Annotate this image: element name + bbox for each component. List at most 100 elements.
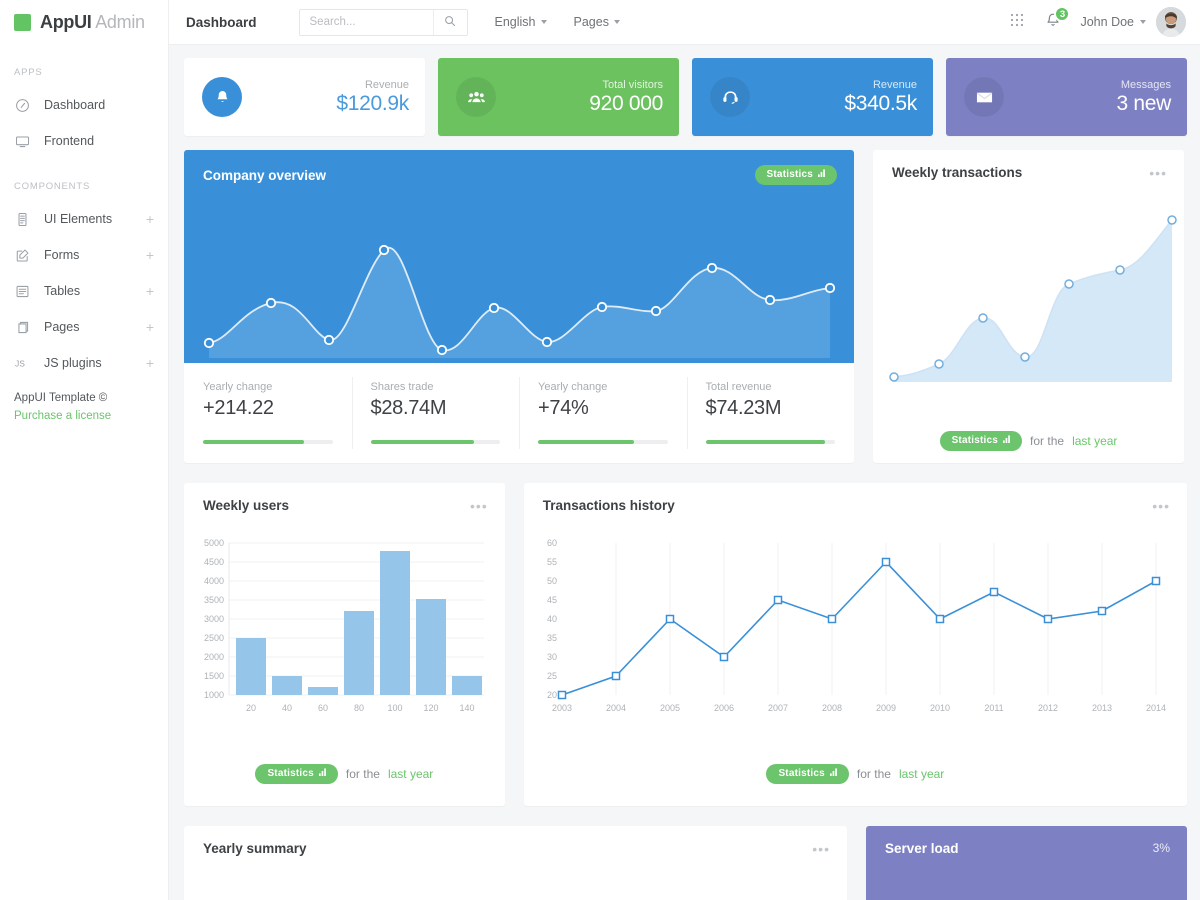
weekly-transactions-footer: Statistics for the last year <box>873 431 1184 451</box>
yearly-summary-header: Yearly summary ••• <box>184 826 847 856</box>
footer-period-link[interactable]: last year <box>899 767 944 781</box>
footer-period-link[interactable]: last year <box>388 767 433 781</box>
ui-elements-icon <box>14 211 31 228</box>
brand-name-light: Admin <box>95 12 145 32</box>
row-company-and-weekly: Company overview Statistics <box>184 150 1187 463</box>
svg-text:2011: 2011 <box>984 703 1003 713</box>
bar-chart-icon <box>319 768 327 779</box>
sidebar-item-label: JS plugins <box>44 356 146 370</box>
footer-text: for the <box>857 767 891 781</box>
stat-card-value: 920 000 <box>589 92 663 116</box>
sidebar-item-dashboard[interactable]: Dashboard <box>0 87 168 123</box>
panel-menu-button[interactable]: ••• <box>1152 502 1170 510</box>
svg-text:45: 45 <box>547 595 557 605</box>
stat-card-text: Revenue $120.9k <box>336 79 409 116</box>
forms-icon <box>14 247 31 264</box>
panel-menu-button[interactable]: ••• <box>1149 169 1167 177</box>
expand-plus-icon[interactable]: + <box>146 212 154 226</box>
stat-card-revenue-1[interactable]: Revenue $120.9k <box>184 58 425 136</box>
svg-text:80: 80 <box>354 703 364 713</box>
expand-plus-icon[interactable]: + <box>146 248 154 262</box>
company-stat-value: +214.22 <box>203 397 333 420</box>
monitor-icon <box>14 133 31 150</box>
svg-text:3000: 3000 <box>204 614 224 624</box>
stat-card-messages[interactable]: Messages 3 new <box>946 58 1187 136</box>
apps-grid-button[interactable] <box>1002 7 1032 37</box>
weekly-transactions-panel: Weekly transactions ••• <box>873 150 1184 463</box>
sidebar-item-pages[interactable]: Pages + <box>0 309 168 345</box>
statistics-badge-label: Statistics <box>952 435 998 446</box>
notifications-button[interactable]: 3 <box>1036 7 1070 37</box>
sidebar-item-forms[interactable]: Forms + <box>0 237 168 273</box>
sidebar-footer: AppUI Template © Purchase a license <box>14 392 111 422</box>
svg-text:2005: 2005 <box>660 703 680 713</box>
sidebar-item-js-plugins[interactable]: JS JS plugins + <box>0 345 168 381</box>
sidebar-item-ui-elements[interactable]: UI Elements + <box>0 201 168 237</box>
panel-menu-button[interactable]: ••• <box>470 502 488 510</box>
weekly-users-header: Weekly users ••• <box>184 483 505 513</box>
svg-text:2013: 2013 <box>1092 703 1112 713</box>
expand-plus-icon[interactable]: + <box>146 320 154 334</box>
bar-chart-icon <box>830 768 838 779</box>
brand-name-bold: AppUI <box>40 12 92 32</box>
brand-text: AppUI Admin <box>40 12 145 33</box>
sidebar-item-label: UI Elements <box>44 212 146 226</box>
statistics-badge-label: Statistics <box>267 768 313 779</box>
company-stat-total-revenue: Total revenue $74.23M <box>687 363 855 463</box>
svg-text:20: 20 <box>246 703 256 713</box>
language-label: English <box>495 15 536 29</box>
progress-bar <box>538 440 668 444</box>
notification-badge: 3 <box>1054 6 1070 22</box>
expand-plus-icon[interactable]: + <box>146 284 154 298</box>
avatar[interactable] <box>1156 7 1186 37</box>
svg-text:2009: 2009 <box>876 703 896 713</box>
svg-text:5000: 5000 <box>204 538 224 548</box>
search-icon <box>444 15 456 30</box>
statistics-badge-label: Statistics <box>778 768 824 779</box>
yearly-summary-title: Yearly summary <box>203 841 307 856</box>
statistics-badge[interactable]: Statistics <box>766 764 848 784</box>
progress-bar <box>203 440 333 444</box>
svg-text:2006: 2006 <box>714 703 734 713</box>
panel-menu-button[interactable]: ••• <box>812 845 830 853</box>
purchase-license-link[interactable]: Purchase a license <box>14 410 111 422</box>
pages-icon <box>14 319 31 336</box>
footer-period-link[interactable]: last year <box>1072 434 1117 448</box>
svg-text:2012: 2012 <box>1038 703 1058 713</box>
search-button[interactable] <box>433 10 467 35</box>
svg-text:120: 120 <box>423 703 438 713</box>
topbar: Dashboard English Pages <box>169 0 1200 45</box>
bar-chart-icon <box>1003 435 1011 446</box>
svg-text:30: 30 <box>547 652 557 662</box>
language-dropdown[interactable]: English <box>495 15 547 29</box>
server-load-panel: Server load 3% <box>866 826 1187 900</box>
company-overview-panel: Company overview Statistics <box>184 150 854 463</box>
weekly-transactions-header: Weekly transactions ••• <box>873 150 1184 180</box>
svg-text:2014: 2014 <box>1146 703 1166 713</box>
pages-dropdown[interactable]: Pages <box>574 15 620 29</box>
sidebar-item-tables[interactable]: Tables + <box>0 273 168 309</box>
weekly-users-bar-svg: 500045004000 350030002500 200015001000 <box>184 531 508 726</box>
svg-text:40: 40 <box>547 614 557 624</box>
statistics-badge[interactable]: Statistics <box>255 764 337 784</box>
sidebar-item-frontend[interactable]: Frontend <box>0 123 168 159</box>
progress-bar <box>706 440 836 444</box>
sidebar-section-apps: APPS <box>0 45 168 87</box>
transactions-history-footer: Statistics for the last year <box>524 764 1187 784</box>
user-menu[interactable]: John Doe <box>1080 15 1146 29</box>
stat-card-total-visitors[interactable]: Total visitors 920 000 <box>438 58 679 136</box>
support-icon <box>710 77 750 117</box>
svg-text:40: 40 <box>282 703 292 713</box>
stat-card-revenue-2[interactable]: Revenue $340.5k <box>692 58 933 136</box>
search-input[interactable] <box>300 10 433 35</box>
grid-icon <box>1010 13 1024 32</box>
stat-card-text: Total visitors 920 000 <box>589 79 663 116</box>
svg-text:2010: 2010 <box>930 703 950 713</box>
weekly-users-title: Weekly users <box>203 498 289 513</box>
brand-logo[interactable]: AppUI Admin <box>0 0 168 45</box>
row-summary-and-server-load: Yearly summary ••• Server load 3% <box>184 826 1187 900</box>
statistics-badge[interactable]: Statistics <box>755 165 837 185</box>
sidebar: AppUI Admin APPS Dashboard Frontend COMP… <box>0 0 169 900</box>
expand-plus-icon[interactable]: + <box>146 356 154 370</box>
statistics-badge[interactable]: Statistics <box>940 431 1022 451</box>
